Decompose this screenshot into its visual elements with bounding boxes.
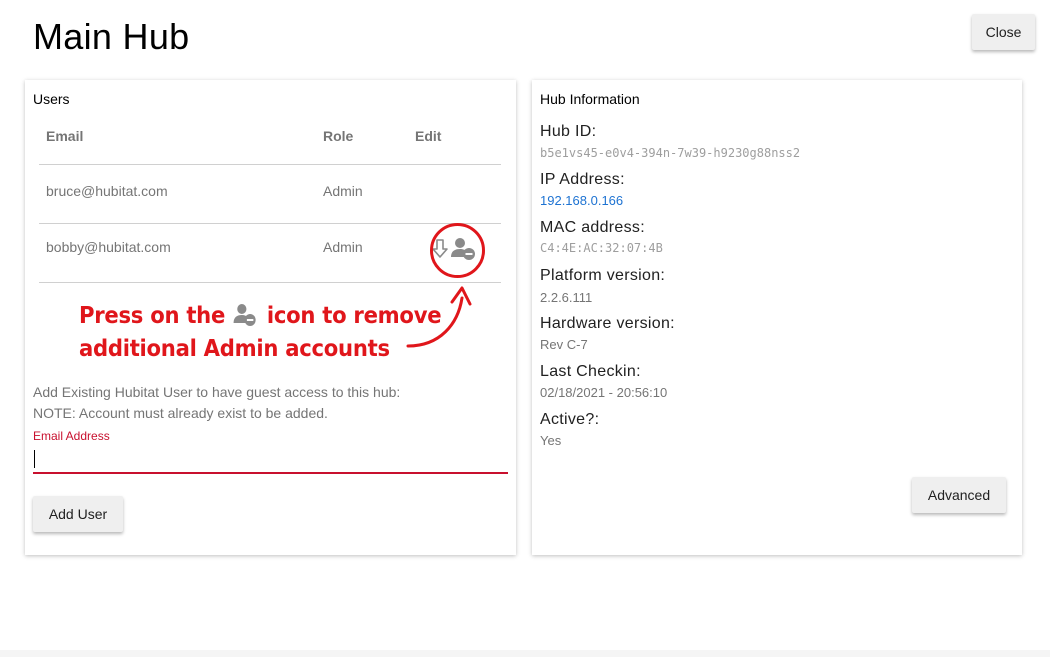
hub-information-card: Hub Information Hub ID: b5e1vs45-e0v4-39…: [532, 80, 1022, 555]
annotation-line2: additional Admin accounts: [79, 336, 390, 362]
user-role: Admin: [323, 183, 363, 199]
highlight-circle: [430, 223, 485, 278]
user-email: bruce@hubitat.com: [46, 183, 168, 199]
ip-address-link[interactable]: 192.168.0.166: [540, 193, 623, 208]
hardware-version-label: Hardware version:: [540, 315, 675, 332]
table-divider: [39, 164, 501, 165]
ip-address-label: IP Address:: [540, 171, 625, 188]
text-caret: [34, 450, 35, 468]
active-value: Yes: [540, 433, 562, 448]
users-card: Users Email Role Edit bruce@hubitat.com …: [25, 80, 516, 555]
guest-access-note: NOTE: Account must already exist to be a…: [33, 405, 328, 421]
user-role: Admin: [323, 239, 363, 255]
page-title: Main Hub: [33, 16, 190, 57]
email-field[interactable]: [33, 446, 508, 474]
guest-access-instructions: Add Existing Hubitat User to have guest …: [33, 382, 400, 424]
close-button[interactable]: Close: [972, 14, 1035, 50]
users-card-title: Users: [33, 91, 70, 107]
platform-version-label: Platform version:: [540, 267, 666, 284]
table-divider: [39, 223, 501, 224]
column-header-email: Email: [46, 128, 84, 144]
mac-address-label: MAC address:: [540, 219, 645, 236]
last-checkin-value: 02/18/2021 - 20:56:10: [540, 385, 668, 400]
hub-card-title: Hub Information: [540, 91, 640, 107]
platform-version-value: 2.2.6.111: [540, 290, 593, 305]
hub-id-label: Hub ID:: [540, 123, 597, 140]
mac-address-value: C4:4E:AC:32:07:4B: [540, 241, 663, 255]
advanced-button[interactable]: Advanced: [912, 477, 1006, 513]
user-email: bobby@hubitat.com: [46, 239, 171, 255]
hub-id-value: b5e1vs45-e0v4-394n-7w39-h9230g88nss2: [540, 146, 801, 160]
add-user-button[interactable]: Add User: [33, 496, 123, 532]
annotation-line1-start: Press on the: [79, 303, 226, 329]
bottom-band: [0, 650, 1050, 657]
last-checkin-label: Last Checkin:: [540, 363, 641, 380]
email-field-label: Email Address: [33, 429, 110, 443]
instruction-annotation: Press on the icon to remove additional A…: [79, 302, 442, 364]
remove-user-icon: [233, 303, 258, 335]
guest-access-text: Add Existing Hubitat User to have guest …: [33, 384, 401, 400]
column-header-role: Role: [323, 128, 354, 144]
annotation-arrow: [406, 286, 472, 348]
active-label: Active?:: [540, 411, 600, 428]
column-header-edit: Edit: [415, 128, 442, 144]
hardware-version-value: Rev C-7: [540, 337, 588, 352]
